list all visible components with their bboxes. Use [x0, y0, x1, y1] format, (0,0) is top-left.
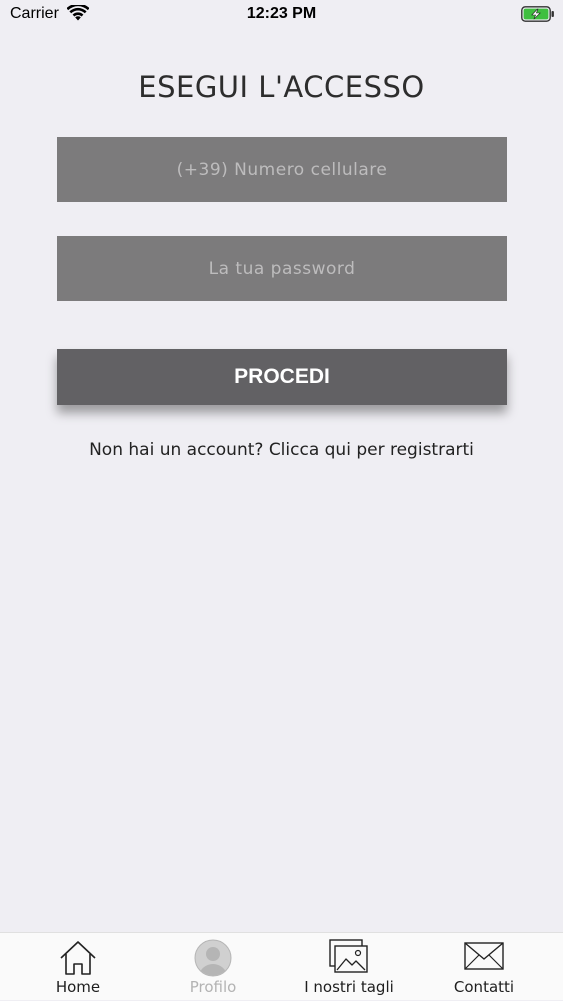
battery-icon — [521, 6, 554, 22]
tab-home[interactable]: Home — [8, 933, 148, 1001]
clock: 12:23 PM — [246, 5, 317, 22]
status-bar: Carrier 12:23 PM — [0, 0, 563, 30]
tab-bar: Home Profilo I nostri tagli Contatti — [0, 932, 563, 1000]
register-link[interactable]: Non hai un account? Clicca qui per regis… — [0, 440, 563, 460]
tab-profile-label: Profilo — [189, 978, 237, 996]
home-icon — [60, 941, 96, 975]
gallery-icon — [329, 939, 368, 973]
tab-home-label: Home — [55, 978, 101, 996]
mail-icon — [464, 942, 504, 970]
profile-icon — [194, 939, 232, 977]
tab-gallery[interactable]: I nostri tagli — [279, 933, 419, 1001]
password-input[interactable] — [57, 236, 507, 301]
proceed-button[interactable]: PROCEDI — [57, 349, 507, 405]
tab-profile[interactable]: Profilo — [143, 933, 283, 1001]
phone-input[interactable] — [57, 137, 507, 202]
tab-contacts-label: Contatti — [453, 978, 515, 996]
tab-gallery-label: I nostri tagli — [304, 978, 394, 996]
tab-contacts[interactable]: Contatti — [414, 933, 554, 1001]
page-title: ESEGUI L'ACCESSO — [138, 70, 425, 104]
